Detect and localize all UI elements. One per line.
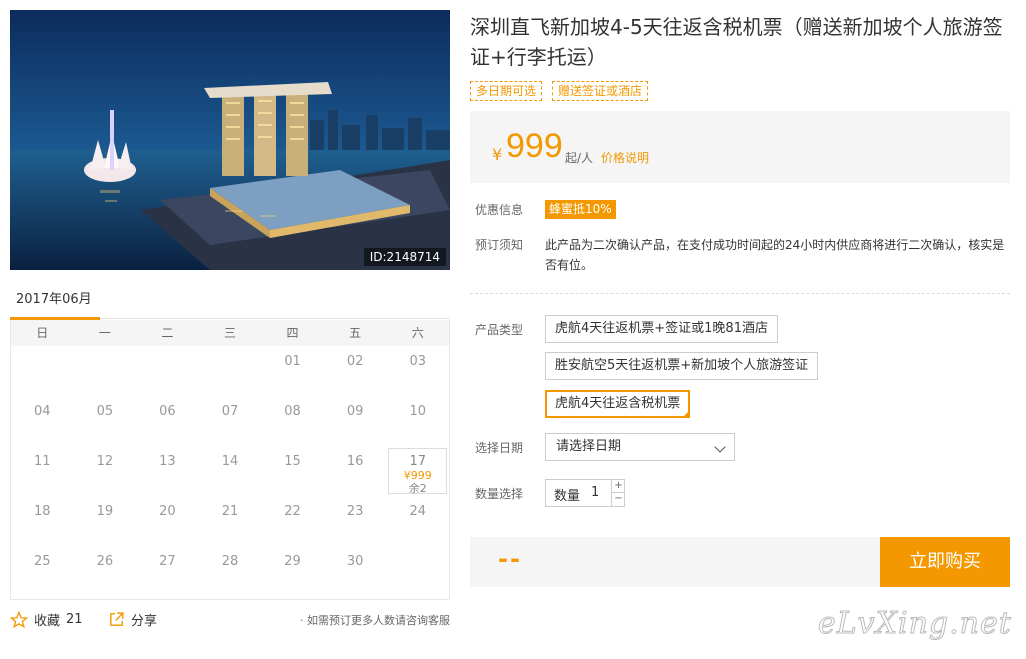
calendar-day[interactable]: 11: [11, 446, 74, 496]
calendar-day[interactable]: 25: [11, 546, 74, 596]
calendar-weekday-header: 日 一 二 三 四 五 六: [11, 320, 449, 346]
weekday-label: 三: [223, 326, 236, 340]
calendar-day[interactable]: 16: [324, 446, 387, 496]
share-icon: [110, 612, 124, 626]
total-price: --: [498, 545, 522, 573]
date-select-value: 请选择日期: [556, 439, 622, 454]
product-photo: ID:2148714: [10, 10, 450, 270]
favorite-count: 21: [66, 612, 83, 627]
quantity-stepper: 数量 1 + −: [545, 479, 625, 507]
calendar-month-tab[interactable]: 2017年06月: [10, 286, 100, 320]
calendar-day[interactable]: 15: [261, 446, 324, 496]
calendar-day-available[interactable]: 17 ¥999 余2: [388, 448, 447, 495]
calendar-day[interactable]: 04: [11, 396, 74, 446]
calendar-day[interactable]: 08: [261, 396, 324, 446]
calendar-day-number: 17: [409, 454, 426, 469]
product-option-3[interactable]: 虎航4天往返含税机票: [545, 390, 691, 418]
price-amount: 999: [506, 127, 563, 165]
tag-visa-hotel: 赠送签证或酒店: [552, 81, 649, 101]
calendar-day[interactable]: 30: [324, 546, 387, 596]
calendar-day[interactable]: 29: [261, 546, 324, 596]
site-watermark: eLvXing.net: [818, 606, 1012, 642]
price-box: ¥ 999 起/人 价格说明: [470, 111, 1010, 183]
calendar-day[interactable]: 18: [11, 496, 74, 546]
section-divider: [470, 293, 1010, 294]
quantity-inline-label: 数量: [554, 489, 581, 504]
weekday-label: 四: [286, 326, 299, 340]
product-type-label: 产品类型: [475, 323, 524, 337]
price-currency: ¥: [492, 145, 503, 164]
calendar-day-remaining: 余2: [408, 482, 427, 495]
action-bar: 收藏 21 分享 · 如需预订更多人数请咨询客服: [10, 608, 450, 632]
calendar-day[interactable]: 07: [199, 396, 262, 446]
quantity-decrease-button[interactable]: −: [611, 493, 625, 506]
booking-tip: · 如需预订更多人数请咨询客服: [300, 614, 450, 627]
favorite-label: 收藏: [34, 614, 61, 629]
calendar-day[interactable]: 05: [74, 396, 137, 446]
calendar-day[interactable]: 19: [74, 496, 137, 546]
weekday-label: 日: [36, 326, 49, 340]
calendar-day[interactable]: 10: [386, 396, 449, 446]
product-option-1[interactable]: 虎航4天往返机票+签证或1晚81酒店: [545, 315, 778, 343]
product-option-label: 胜安航空5天往返机票+新加坡个人旅游签证: [555, 358, 809, 373]
share-label: 分享: [131, 614, 158, 629]
price-explain-link[interactable]: 价格说明: [601, 149, 649, 166]
calendar-day: [199, 346, 262, 396]
share-button[interactable]: 分享: [108, 610, 157, 629]
quantity-increase-button[interactable]: +: [611, 480, 625, 493]
calendar-day[interactable]: 20: [136, 496, 199, 546]
product-tags: 多日期可选 赠送签证或酒店: [470, 81, 649, 101]
buy-bar: -- 立即购买: [470, 537, 1010, 587]
calendar-day[interactable]: 12: [74, 446, 137, 496]
calendar-tab-divider: [100, 318, 450, 319]
buy-now-button[interactable]: 立即购买: [880, 537, 1010, 587]
date-label: 选择日期: [475, 441, 524, 455]
calendar-day[interactable]: 23: [324, 496, 387, 546]
calendar-day[interactable]: 24: [386, 496, 449, 546]
quantity-value[interactable]: 1: [591, 485, 599, 500]
selected-corner-icon: [682, 410, 691, 418]
calendar-day[interactable]: 14: [199, 446, 262, 496]
singapore-skyline-illustration: [10, 10, 450, 270]
notice-label: 预订须知: [475, 238, 524, 252]
photo-id-label: ID:2148714: [363, 248, 446, 266]
chevron-down-icon: [714, 441, 726, 453]
calendar-day[interactable]: 21: [199, 496, 262, 546]
star-icon: [10, 610, 28, 628]
promo-label: 优惠信息: [475, 203, 524, 217]
price-unit: 起/人: [565, 151, 594, 165]
product-option-label: 虎航4天往返含税机票: [555, 396, 681, 411]
calendar-day: [11, 346, 74, 396]
favorite-button[interactable]: 收藏 21: [10, 610, 83, 629]
date-select[interactable]: 请选择日期: [545, 433, 735, 461]
calendar-day[interactable]: 03: [386, 346, 449, 396]
calendar-day-price: ¥999: [403, 469, 432, 482]
calendar-day[interactable]: 02: [324, 346, 387, 396]
calendar-days-grid: 01 02 03 04 05 06 07 08 09 10 11 12 13 14 15 16 17 ¥999 余2…: [11, 346, 449, 596]
calendar-day[interactable]: 09: [324, 396, 387, 446]
calendar-day[interactable]: 13: [136, 446, 199, 496]
calendar: 日 一 二 三 四 五 六 01 02 03 04 05 06 07 08 09 10 11 12 13…: [10, 320, 450, 600]
calendar-day[interactable]: 28: [199, 546, 262, 596]
product-option-2[interactable]: 胜安航空5天往返机票+新加坡个人旅游签证: [545, 352, 819, 380]
weekday-label: 五: [349, 326, 362, 340]
calendar-day: [74, 346, 137, 396]
calendar-day[interactable]: 26: [74, 546, 137, 596]
promo-badge: 蜂蜜抵10%: [545, 200, 616, 219]
quantity-label: 数量选择: [475, 487, 524, 501]
calendar-day[interactable]: 22: [261, 496, 324, 546]
calendar-day[interactable]: 06: [136, 396, 199, 446]
notice-text: 此产品为二次确认产品，在支付成功时间起的24小时内供应商将进行二次确认，核实是否…: [545, 238, 1005, 272]
calendar-day[interactable]: 01: [261, 346, 324, 396]
calendar-day: [136, 346, 199, 396]
product-title: 深圳直飞新加坡4-5天往返含税机票（赠送新加坡个人旅游签证+行李托运）: [470, 15, 1003, 69]
product-option-label: 虎航4天往返机票+签证或1晚81酒店: [555, 321, 768, 336]
weekday-label: 二: [161, 326, 174, 340]
weekday-label: 一: [98, 326, 111, 340]
tag-multi-date: 多日期可选: [470, 81, 543, 101]
calendar-day[interactable]: 27: [136, 546, 199, 596]
calendar-day: [386, 546, 449, 596]
weekday-label: 六: [411, 326, 424, 340]
